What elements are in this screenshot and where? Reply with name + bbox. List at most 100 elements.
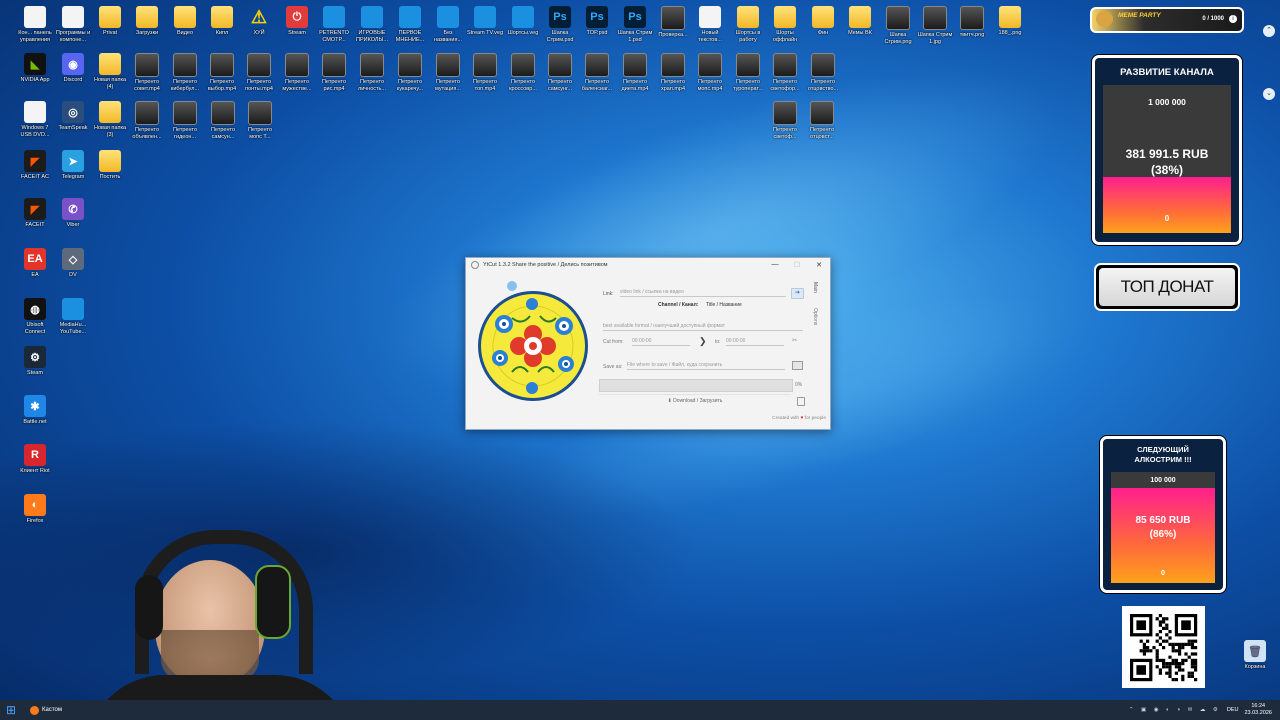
desktop-icon-vid[interactable]: Шапка Стрим 1.jpg (916, 6, 954, 45)
desktop-icon-ts[interactable]: ◎ TeamSpeak (54, 101, 92, 132)
folder-icon[interactable] (792, 361, 803, 370)
desktop-icon-vid[interactable]: Петренто светоф... (766, 101, 804, 140)
start-button[interactable]: ⊞ (6, 703, 26, 717)
scroll-up-button[interactable]: ⌃ (1263, 25, 1275, 37)
desktop-icon-vid[interactable]: Петренто мопс.mp4 (691, 53, 729, 92)
desktop-icon-bnet[interactable]: ✱ Battle.net (16, 395, 54, 426)
desktop-icon-file[interactable]: Windows 7 USB DVD... (16, 101, 54, 138)
language-indicator[interactable]: DEU (1227, 707, 1239, 713)
desktop-icon-folder[interactable]: Новая папка (3) (91, 101, 129, 138)
desktop-icon-warn[interactable]: ⚠ ХУЙ (240, 6, 278, 37)
desktop-icon-viber[interactable]: ✆ Viber (54, 198, 92, 229)
desktop-icon-dv[interactable]: ◇ DV (54, 248, 92, 279)
desktop-icon-folder[interactable]: Новая папка (4) (91, 53, 129, 90)
desktop-icon-folder[interactable]: Мемы ВК (841, 6, 879, 37)
maximize-button[interactable]: ☐ (786, 261, 808, 269)
desktop-icon-doc[interactable]: Шортсы.veg (504, 6, 542, 37)
tab-main[interactable]: Main (812, 282, 818, 293)
minimize-button[interactable]: — (764, 261, 786, 269)
desktop-icon-stream[interactable]: ⏻ Stream (278, 6, 316, 37)
desktop-icon-nvidia[interactable]: ◣ NVIDIA App (16, 53, 54, 84)
desktop-icon-vid[interactable]: Петренто баленсиаг... (578, 53, 616, 92)
paste-button[interactable]: ➔ (791, 288, 804, 299)
clock[interactable]: 16:24 23.03.2026 (1244, 703, 1272, 717)
desktop-icon-vid[interactable]: Петренто кроссовр... (504, 53, 542, 92)
desktop-icon-doc[interactable]: Без названия... (429, 6, 467, 43)
tab-options[interactable]: Options (812, 308, 818, 325)
desktop-icon-riot[interactable]: R Клиент Riot (16, 444, 54, 475)
desktop-icon-discord[interactable]: ◉ Discord (54, 53, 92, 84)
desktop-icon-recycle[interactable]: 🗑 Корзина (1236, 640, 1274, 671)
desktop-icon-vid[interactable]: Проверка... (654, 6, 692, 39)
desktop-icon-vid[interactable]: Шапка Стрим.png (879, 6, 917, 45)
window-titlebar[interactable]: YtCut 1.3.2 Share the positive / Делись … (466, 258, 830, 272)
desktop-icon-ps[interactable]: Ps Шапка Стрим 1.psd (616, 6, 654, 43)
desktop-icon-ps[interactable]: Ps Шапка Стрим.psd (541, 6, 579, 43)
desktop-icon-folder[interactable]: Видео (166, 6, 204, 37)
desktop-icon-doc[interactable]: ПЕРВОЕ МНЕНИЕ... (391, 6, 429, 43)
trash-icon[interactable] (797, 397, 805, 406)
link-input[interactable]: video link / ссылка на видео (620, 288, 786, 297)
desktop-icon-telegram[interactable]: ➤ Telegram (54, 150, 92, 181)
desktop-icon-vid[interactable]: Петренто выбор.mp4 (203, 53, 241, 92)
desktop-icon-folder[interactable]: Кипл (203, 6, 241, 37)
desktop-icon-faceit[interactable]: ◤ FACEIT AC (16, 150, 54, 181)
desktop-icon-vid[interactable]: Петренто объявлен... (128, 101, 166, 140)
desktop-icon-vid[interactable]: Петренто туроперат... (729, 53, 767, 92)
scissors-icon[interactable]: ✂ (792, 337, 797, 344)
desktop-icon-doc[interactable]: Stream TV.veg (466, 6, 504, 37)
desktop-icon-vid[interactable]: твитч.png (953, 6, 991, 39)
desktop-icon-file[interactable]: Кон... панель управления (16, 6, 54, 43)
save-as-input[interactable]: File where to save / Файл, куда сохранит… (627, 361, 785, 370)
desktop-icon-folder[interactable]: Шортсы в работу (729, 6, 767, 43)
close-button[interactable]: ✕ (808, 261, 830, 269)
desktop-icon-ubi[interactable]: ◍ Ubisoft Connect (16, 298, 54, 335)
desktop-icon-vid[interactable]: Петренто топ.mp4 (466, 53, 504, 92)
desktop-icon-vid[interactable]: Петренто отцовст... (803, 101, 841, 140)
desktop-icon-steam[interactable]: ⚙ Steam (16, 346, 54, 377)
desktop-icon-vid[interactable]: Петренто кукаречу... (391, 53, 429, 92)
cut-to-input[interactable]: 00:00:00 (726, 337, 784, 346)
desktop-icon-label: твитч.png (959, 32, 985, 38)
desktop-icon-vid[interactable]: Петренто самсунг... (541, 53, 579, 92)
desktop-icon-folder[interactable]: Загрузки (128, 6, 166, 37)
tray-icons[interactable]: ⌃ ▣ ◉ ◐ ◑ ✉ ☁ ⚙ (1129, 707, 1221, 713)
desktop-icon-vid[interactable]: Петренто рис.mp4 (315, 53, 353, 92)
desktop-icon-folder[interactable]: Privat (91, 6, 129, 37)
desktop-icon-folder[interactable]: Фин (804, 6, 842, 37)
desktop-icon-file[interactable]: Новый текстов... (691, 6, 729, 43)
download-button[interactable]: ⬇ Download / Загрузить (599, 394, 791, 407)
cut-from-input[interactable]: 00:00:00 (632, 337, 690, 346)
desktop-icon-doc[interactable]: ИГРОВЫЕ ПРИКОЛЫ... (353, 6, 391, 43)
desktop-icon-folder[interactable]: 188_.png (991, 6, 1029, 37)
desktop-icon-vid[interactable]: Петренто совет.mp4 (128, 53, 166, 92)
desktop-icon-vid[interactable]: Петренто гидеон... (166, 101, 204, 140)
desktop-icon-vid[interactable]: Петренто самсун... (204, 101, 242, 140)
scroll-down-button[interactable]: ⌄ (1263, 88, 1275, 100)
desktop-icon-doc[interactable]: PETRENTO СМОТР... (315, 6, 353, 43)
desktop-icon-faceit[interactable]: ◤ FACEIT (16, 198, 54, 229)
desktop-icon-ea[interactable]: EA EA (16, 248, 54, 279)
desktop-icon-vid[interactable]: Петренто мужестве... (278, 53, 316, 92)
format-select[interactable]: best available format / наилучший доступ… (603, 322, 803, 331)
desktop-icon-folder[interactable]: Шорты оффлайн (766, 6, 804, 43)
desktop-icon-vid[interactable]: Петренто кибербул... (166, 53, 204, 92)
desktop-icon-folder[interactable]: Постить (91, 150, 129, 181)
desktop-icon-vid[interactable]: Петренто храп.mp4 (654, 53, 692, 92)
desktop-icon-vid[interactable]: Петренто отцовство... (804, 53, 842, 92)
ytcut-window[interactable]: YtCut 1.3.2 Share the positive / Делись … (465, 257, 831, 430)
desktop-icon-vid[interactable]: Петренто мопс Т... (241, 101, 279, 140)
taskbar-app-firefox[interactable]: Кастом (30, 705, 62, 715)
play-arrow-icon[interactable]: ❯ (699, 336, 707, 347)
desktop-icon-vid[interactable]: Петренто светофор... (766, 53, 804, 92)
desktop-icon-file[interactable]: Программы и компоне... (54, 6, 92, 43)
desktop-icon-doc[interactable]: MediaHu... YouTube... (54, 298, 92, 335)
next-stream-start: 0 (1161, 570, 1165, 577)
desktop-icon-vid[interactable]: Петренто понты.mp4 (240, 53, 278, 92)
desktop-icon-firefox[interactable]: ◐ Firefox (16, 494, 54, 525)
desktop-icon-vid[interactable]: Петренто мутация... (429, 53, 467, 92)
folder-icon (737, 6, 759, 28)
desktop-icon-ps[interactable]: Ps TOP.psd (578, 6, 616, 37)
desktop-icon-vid[interactable]: Петренто личность... (353, 53, 391, 92)
desktop-icon-vid[interactable]: Петренто диета.mp4 (616, 53, 654, 92)
